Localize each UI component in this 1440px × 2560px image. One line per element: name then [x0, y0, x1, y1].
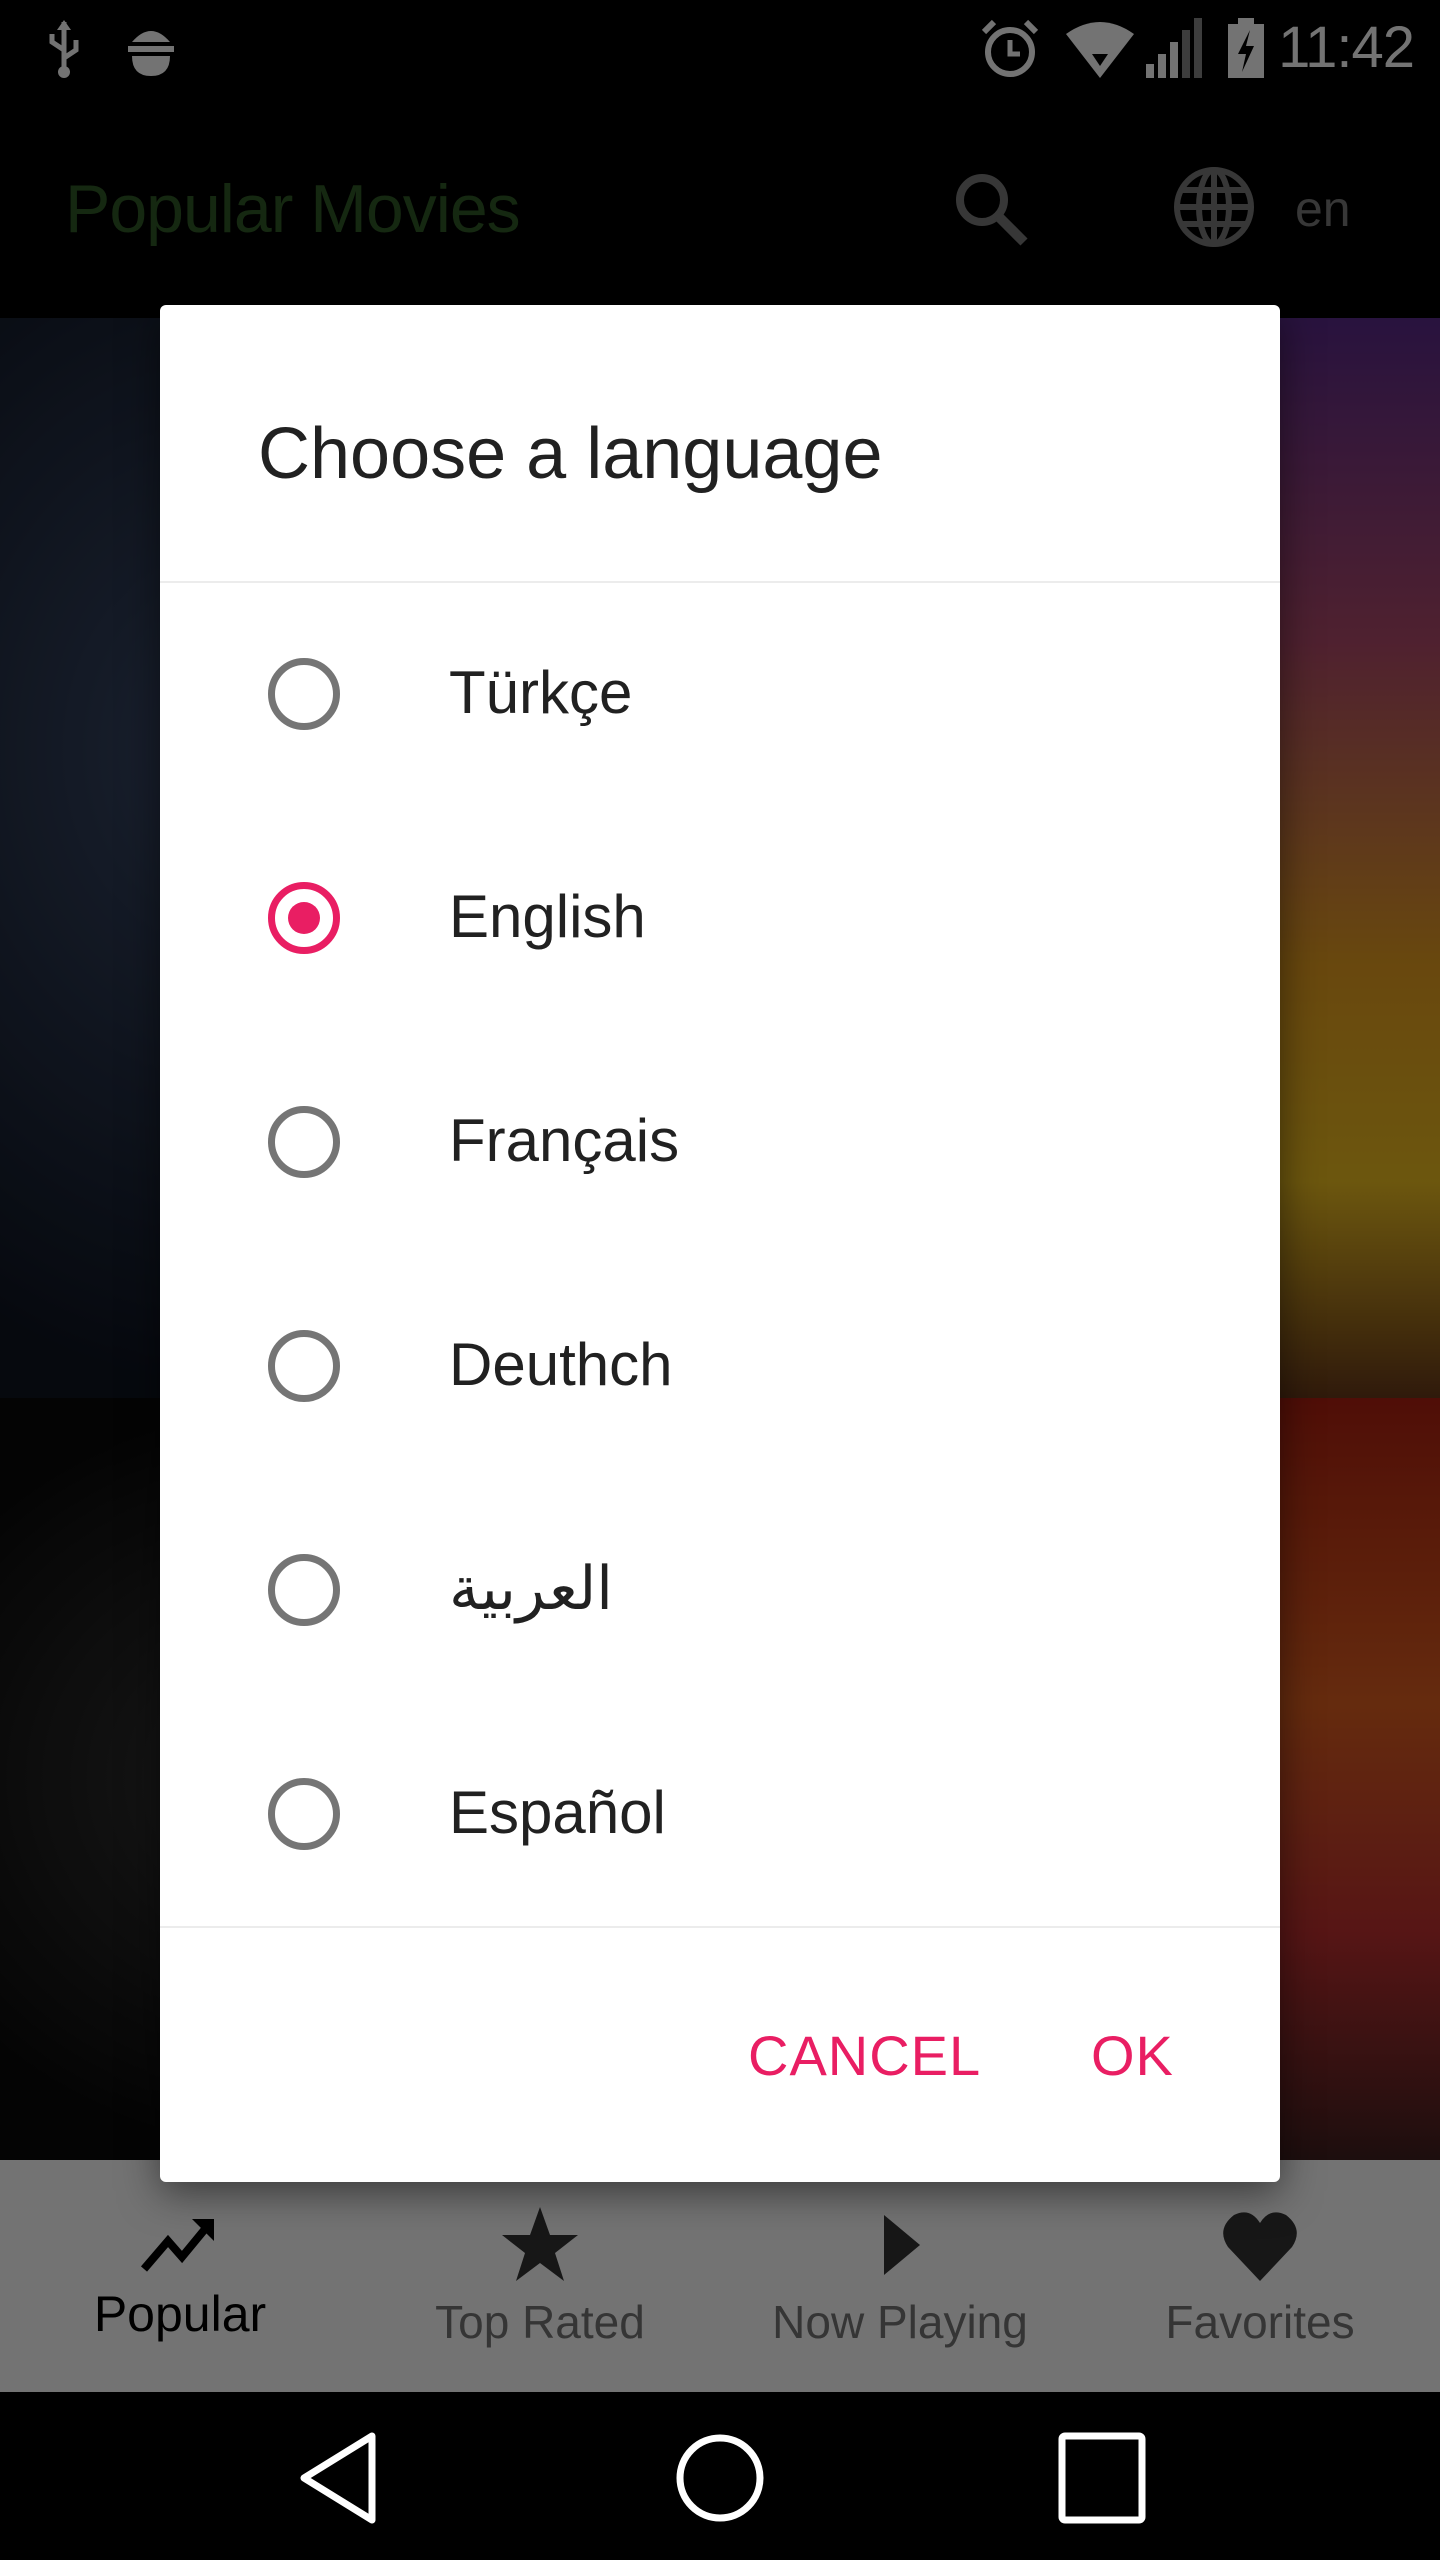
star-icon — [502, 2207, 578, 2281]
radio-button[interactable] — [268, 1778, 340, 1850]
language-dialog: Choose a language Türkçe English Françai… — [160, 305, 1280, 2182]
app-title: Popular Movies — [65, 171, 521, 247]
back-icon[interactable] — [296, 2432, 380, 2524]
nav-favorites[interactable]: Favorites — [1080, 2160, 1440, 2392]
radio-button[interactable] — [268, 1554, 340, 1626]
battery-charging-icon — [1228, 18, 1264, 78]
option-arabic[interactable]: العربية — [160, 1478, 1280, 1702]
clock: 11:42 — [1278, 15, 1415, 80]
option-espanol[interactable]: Español — [160, 1702, 1280, 1926]
play-icon — [884, 2215, 920, 2275]
android-debug-icon — [128, 31, 174, 76]
usb-icon — [49, 20, 79, 78]
bottom-navigation: Popular Top Rated Now Playing Favorites — [0, 2160, 1440, 2392]
language-code[interactable]: en — [1295, 180, 1351, 238]
status-bar: 11:42 — [0, 0, 1440, 98]
option-english[interactable]: English — [160, 806, 1280, 1030]
divider — [160, 1926, 1280, 1928]
option-francais[interactable]: Français — [160, 1030, 1280, 1254]
search-icon[interactable] — [952, 170, 1028, 246]
signal-icon — [1146, 18, 1202, 78]
cancel-button[interactable]: CANCEL — [748, 2023, 981, 2088]
radio-button[interactable] — [268, 1106, 340, 1178]
radio-button-selected[interactable] — [268, 882, 340, 954]
radio-button[interactable] — [268, 658, 340, 730]
option-deutsch[interactable]: Deuthch — [160, 1254, 1280, 1478]
nav-now-playing[interactable]: Now Playing — [720, 2160, 1080, 2392]
home-icon[interactable] — [674, 2432, 766, 2524]
nav-top-rated[interactable]: Top Rated — [360, 2160, 720, 2392]
system-navigation-bar — [0, 2392, 1440, 2560]
nav-popular[interactable]: Popular — [0, 2160, 360, 2392]
wifi-icon — [1066, 22, 1134, 78]
heart-icon — [1223, 2212, 1297, 2281]
trending-up-icon — [140, 2219, 214, 2272]
globe-icon[interactable] — [1173, 166, 1255, 248]
alarm-icon — [981, 19, 1039, 77]
radio-button[interactable] — [268, 1330, 340, 1402]
option-turkce[interactable]: Türkçe — [160, 582, 1280, 806]
ok-button[interactable]: OK — [1091, 2023, 1174, 2088]
recents-icon[interactable] — [1058, 2432, 1146, 2524]
dialog-title: Choose a language — [258, 414, 883, 494]
app-bar: Popular Movies en — [0, 98, 1440, 318]
